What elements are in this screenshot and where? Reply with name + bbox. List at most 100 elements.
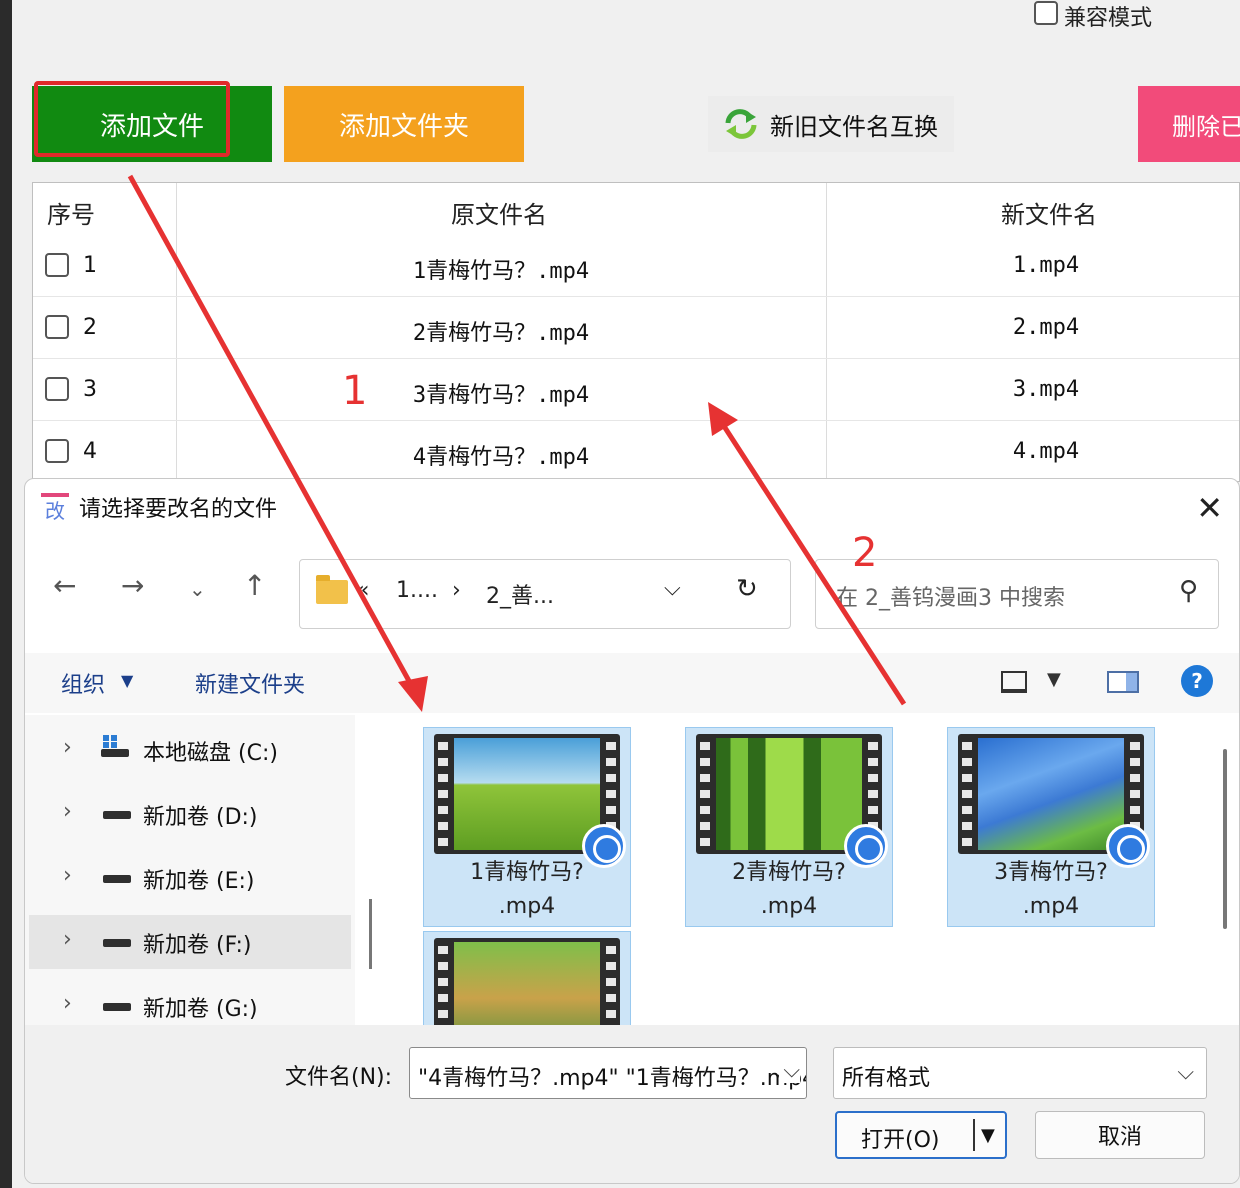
chevron-down-icon[interactable]: ⌵	[779, 1058, 800, 1083]
preview-pane-icon[interactable]	[1107, 671, 1139, 693]
breadcrumb-segment[interactable]: 2_善...	[486, 578, 554, 610]
row-original-name: 4青梅竹马？.mp4	[412, 445, 590, 470]
file-item[interactable]: 1青梅竹马? .mp4	[423, 727, 631, 927]
windows-drive-icon	[99, 735, 129, 759]
refresh-swap-icon	[725, 109, 757, 139]
drive-e[interactable]: › 新加卷 (E:)	[29, 851, 351, 905]
close-icon[interactable]: ✕	[1196, 489, 1223, 527]
add-file-button[interactable]: 添加文件	[32, 86, 272, 162]
filetype-value: 所有格式	[842, 1066, 931, 1091]
chevron-down-icon[interactable]: ⌵	[1177, 1060, 1194, 1085]
breadcrumb-separator: ›	[452, 578, 461, 603]
row-original-name: 1青梅竹马？.mp4	[412, 259, 590, 284]
dialog-footer: 文件名(N): "4青梅竹马？.mp4" "1青梅竹马？.mp4" ⌵ 所有格式…	[25, 1025, 1239, 1183]
row-checkbox[interactable]	[45, 253, 69, 277]
file-item[interactable]: 3青梅竹马? .mp4	[947, 727, 1155, 927]
row-original-name: 3青梅竹马？.mp4	[412, 383, 590, 408]
view-mode-icon[interactable]	[1001, 671, 1027, 693]
chevron-right-icon[interactable]: ›	[63, 863, 72, 888]
header-new-name: 新文件名	[1001, 201, 1097, 229]
caret-down-icon[interactable]: ▼	[121, 671, 133, 690]
split-divider	[973, 1119, 975, 1151]
swap-names-label: 新旧文件名互换	[770, 112, 938, 141]
row-checkbox[interactable]	[45, 377, 69, 401]
drive-g[interactable]: › 新加卷 (G:)	[29, 979, 351, 1025]
open-button[interactable]: 打开(O) ▼	[835, 1111, 1007, 1159]
caret-down-icon[interactable]: ▼	[981, 1125, 995, 1146]
file-name: 1青梅竹马? .mp4	[470, 860, 584, 919]
drive-icon	[103, 811, 131, 819]
search-icon[interactable]: ⚲	[1179, 576, 1198, 606]
compat-mode-label: 兼容模式	[1064, 6, 1153, 31]
swap-names-button[interactable]: 新旧文件名互换	[708, 96, 954, 152]
row-index: 3	[83, 377, 97, 402]
file-item[interactable]	[423, 931, 631, 1025]
refresh-icon[interactable]: ↻	[736, 574, 758, 604]
drive-f[interactable]: › 新加卷 (F:)	[29, 915, 351, 969]
row-new-name: 1.mp4	[1012, 253, 1080, 278]
drive-icon	[103, 939, 131, 947]
file-name: 3青梅竹马? .mp4	[994, 860, 1108, 919]
row-index: 1	[83, 253, 97, 278]
filename-input[interactable]: "4青梅竹马？.mp4" "1青梅竹马？.mp4" ⌵	[409, 1047, 807, 1099]
video-thumbnail	[958, 734, 1150, 868]
compat-mode-checkbox[interactable]: 兼容模式	[1034, 0, 1152, 32]
drive-d[interactable]: › 新加卷 (D:)	[29, 787, 351, 841]
open-file-dialog: 改 请选择要改名的文件 ✕ ← → ⌄ ↑ « 1.... › 2_善... ⌵…	[24, 478, 1240, 1184]
folder-icon	[316, 575, 348, 604]
dialog-title-bar: 改 请选择要改名的文件	[41, 491, 277, 523]
caret-down-icon[interactable]: ▼	[1047, 669, 1061, 690]
scrollbar[interactable]	[369, 899, 372, 969]
drive-c[interactable]: › 本地磁盘 (C:)	[29, 723, 351, 777]
chevron-right-icon[interactable]: ›	[63, 991, 72, 1016]
checkbox-icon	[1034, 1, 1058, 25]
drive-label: 本地磁盘 (C:)	[143, 741, 278, 766]
file-list: 1青梅竹马? .mp4 2青梅竹马? .mp4 3青梅竹马? .mp4	[385, 715, 1211, 1025]
filetype-select[interactable]: 所有格式 ⌵	[833, 1047, 1207, 1099]
new-folder-button[interactable]: 新建文件夹	[195, 667, 305, 699]
dialog-title: 请选择要改名的文件	[79, 497, 278, 522]
delete-button[interactable]: 删除已	[1138, 86, 1240, 162]
chevron-down-icon[interactable]: ⌵	[664, 576, 681, 601]
drive-icon	[103, 875, 131, 883]
forward-arrow-icon[interactable]: →	[121, 569, 144, 602]
row-original-name: 2青梅竹马？.mp4	[412, 321, 590, 346]
dialog-toolbar: 组织 ▼ 新建文件夹 ▼ ?	[25, 653, 1239, 713]
filename-label: 文件名(N):	[285, 1065, 393, 1090]
row-checkbox[interactable]	[45, 439, 69, 463]
cancel-button[interactable]: 取消	[1035, 1111, 1205, 1159]
table-row[interactable]: 1 1青梅竹马？.mp4 1.mp4	[33, 235, 1239, 297]
rename-app-icon: 改	[41, 493, 69, 523]
table-row[interactable]: 4 4青梅竹马？.mp4 4.mp4	[33, 421, 1239, 481]
table-row[interactable]: 3 3青梅竹马？.mp4 3.mp4	[33, 359, 1239, 421]
drive-icon	[103, 1003, 131, 1011]
video-thumbnail	[434, 734, 626, 868]
help-icon[interactable]: ?	[1181, 665, 1213, 697]
table-header: 序号 原文件名 新文件名	[33, 183, 1239, 239]
header-index: 序号	[47, 201, 95, 229]
header-original-name: 原文件名	[451, 201, 547, 229]
chevron-right-icon[interactable]: ›	[63, 799, 72, 824]
file-item[interactable]: 2青梅竹马? .mp4	[685, 727, 893, 927]
up-arrow-icon[interactable]: ↑	[243, 569, 266, 602]
breadcrumb-overflow[interactable]: «	[356, 578, 369, 603]
row-index: 4	[83, 439, 97, 464]
breadcrumb-segment[interactable]: 1....	[396, 578, 438, 603]
row-new-name: 2.mp4	[1012, 315, 1080, 340]
annotation-label-1: 1	[342, 368, 368, 414]
filename-value: "4青梅竹马？.mp4" "1青梅竹马？.mp4"	[418, 1066, 807, 1091]
open-label: 打开(O)	[861, 1128, 940, 1153]
chevron-right-icon[interactable]: ›	[63, 927, 72, 952]
row-new-name: 4.mp4	[1012, 439, 1080, 464]
organize-menu[interactable]: 组织	[61, 667, 105, 699]
table-row[interactable]: 2 2青梅竹马？.mp4 2.mp4	[33, 297, 1239, 359]
add-folder-button[interactable]: 添加文件夹	[284, 86, 524, 162]
scrollbar[interactable]	[1223, 749, 1227, 929]
back-arrow-icon[interactable]: ←	[53, 569, 76, 602]
address-bar[interactable]: « 1.... › 2_善... ⌵ ↻	[299, 559, 791, 629]
row-checkbox[interactable]	[45, 315, 69, 339]
chevron-right-icon[interactable]: ›	[63, 735, 72, 760]
recent-dropdown-icon[interactable]: ⌄	[189, 577, 206, 601]
video-thumbnail	[696, 734, 888, 868]
drive-label: 新加卷 (F:)	[143, 933, 252, 958]
